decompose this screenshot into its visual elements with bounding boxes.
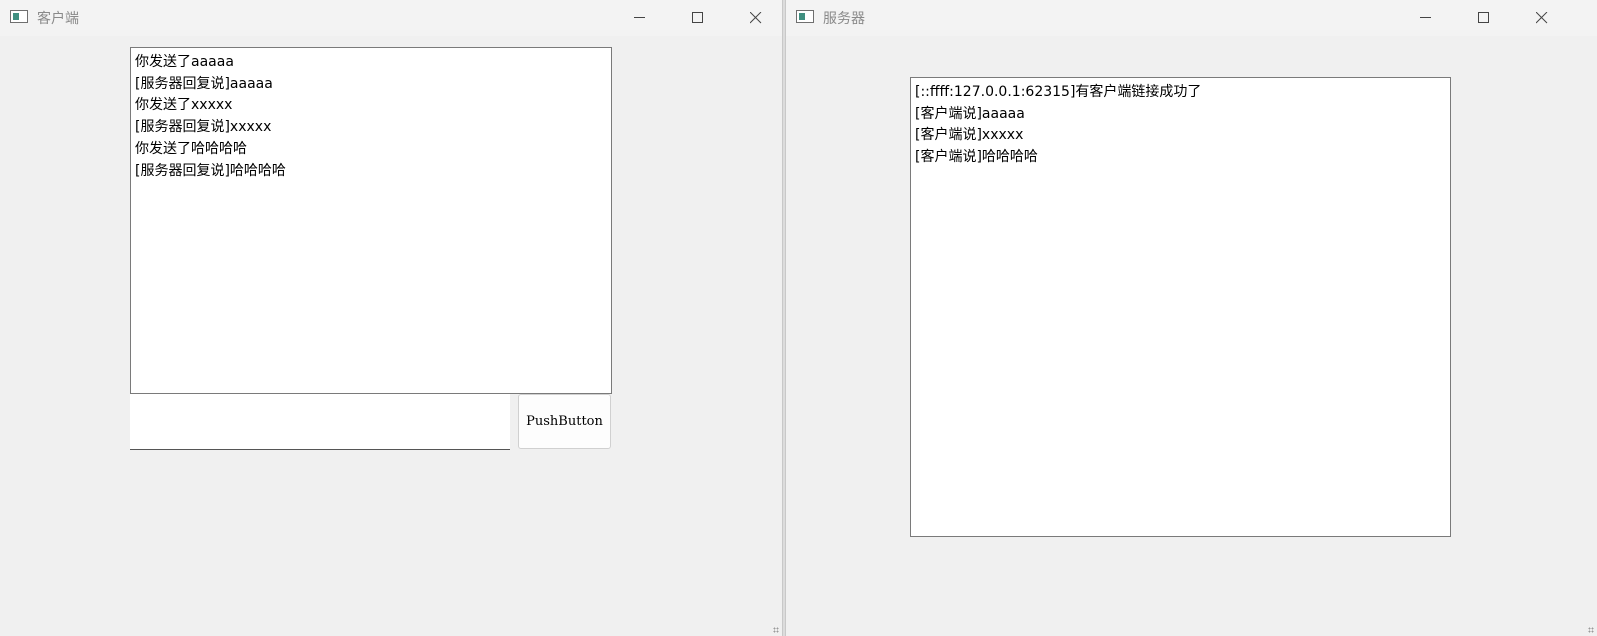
log-line: [服务器回复说]xxxxx [135,119,272,136]
log-line: [客户端说]哈哈哈哈 [915,149,1038,166]
log-line: [服务器回复说]哈哈哈哈 [135,162,286,179]
close-icon [750,12,762,24]
log-line: [服务器回复说]aaaaa [135,75,273,92]
server-window: 服务器 [::ffff:127.0.0.1:62315]有客户端链接成功了 [客… [785,0,1597,636]
client-window-title: 客户端 [37,11,79,27]
minimize-button[interactable] [617,0,663,36]
log-line: [::ffff:127.0.0.1:62315]有客户端链接成功了 [915,84,1202,100]
client-message-log[interactable]: 你发送了aaaaa [服务器回复说]aaaaa 你发送了xxxxx [服务器回复… [130,47,612,394]
send-button[interactable]: PushButton [518,394,611,449]
maximize-button[interactable] [675,0,721,36]
server-window-title: 服务器 [823,11,865,27]
close-icon [1536,12,1548,24]
log-line: 你发送了xxxxx [135,97,233,114]
message-input[interactable] [130,394,510,450]
maximize-button[interactable] [1461,0,1507,36]
app-window-icon [10,10,28,23]
minimize-icon [1420,17,1431,18]
maximize-icon [1478,12,1489,23]
log-line: [客户端说]xxxxx [915,127,1024,144]
app-window-icon [796,10,814,23]
client-window: 客户端 你发送了aaaaa [服务器回复说]aaaaa 你发送了xxxxx [服… [0,0,783,636]
close-button[interactable] [733,0,779,36]
server-titlebar[interactable]: 服务器 [786,0,1597,36]
resize-grip-icon[interactable] [773,627,779,633]
server-message-log[interactable]: [::ffff:127.0.0.1:62315]有客户端链接成功了 [客户端说]… [910,77,1451,537]
log-line: 你发送了哈哈哈哈 [135,140,247,157]
log-line: [客户端说]aaaaa [915,105,1025,122]
resize-grip-icon[interactable] [1588,627,1594,633]
maximize-icon [692,12,703,23]
close-button[interactable] [1519,0,1565,36]
client-titlebar[interactable]: 客户端 [0,0,782,36]
minimize-button[interactable] [1403,0,1449,36]
log-line: 你发送了aaaaa [135,54,234,70]
minimize-icon [634,17,645,18]
